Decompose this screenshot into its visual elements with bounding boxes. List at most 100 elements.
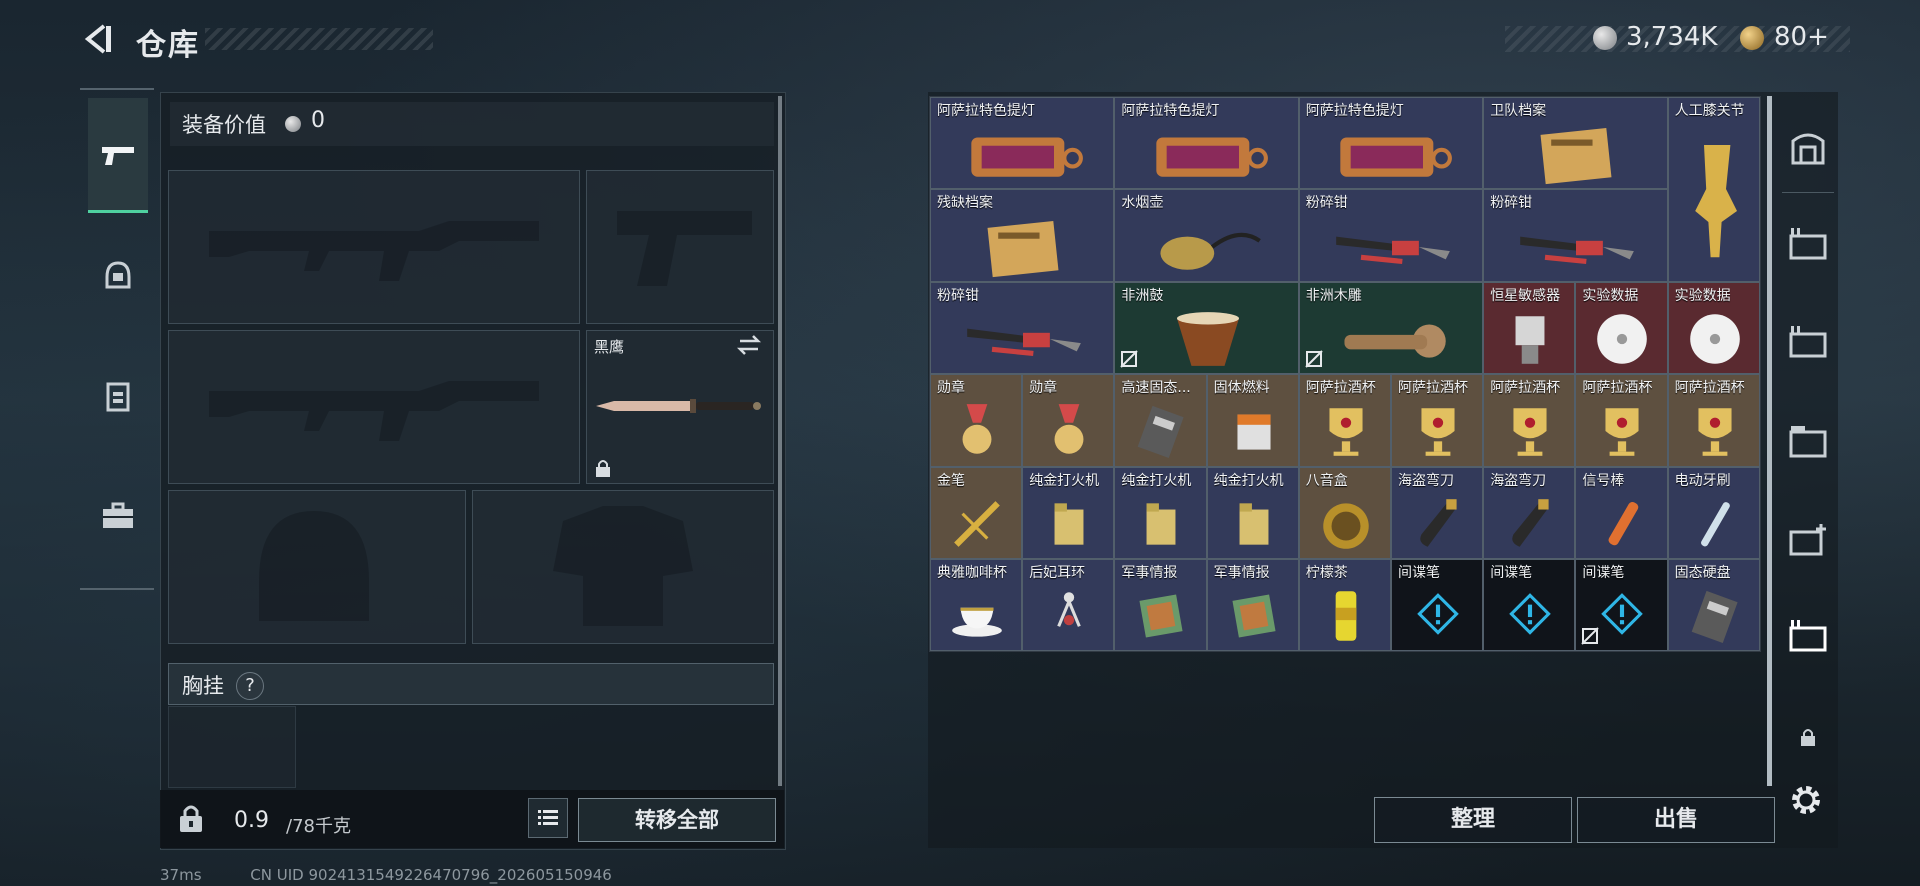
warehouse-item[interactable]: 阿萨拉特色提灯 bbox=[1114, 97, 1299, 190]
warehouse-item[interactable]: 电动牙刷 bbox=[1667, 466, 1760, 559]
category-container-active[interactable] bbox=[1785, 612, 1831, 658]
warehouse-item[interactable]: 勋章 bbox=[1022, 374, 1115, 467]
lock-icon[interactable] bbox=[178, 804, 204, 834]
hookah-icon bbox=[1143, 216, 1273, 278]
category-container-1[interactable] bbox=[1785, 220, 1831, 266]
sort-button[interactable]: 整理 bbox=[1374, 797, 1572, 843]
transfer-all-button[interactable]: 转移全部 bbox=[578, 798, 776, 842]
warehouse-item[interactable]: 间谍笔 bbox=[1391, 559, 1484, 652]
warehouse-item[interactable]: 典雅咖啡杯 bbox=[930, 559, 1023, 652]
warehouse-item[interactable]: 柠檬茶 bbox=[1298, 559, 1391, 652]
warehouse-item[interactable]: 军事情报 bbox=[1206, 559, 1299, 652]
tab-helmet[interactable] bbox=[88, 246, 148, 306]
item-name: 柠檬茶 bbox=[1305, 565, 1348, 581]
item-name: 间谍笔 bbox=[1490, 565, 1533, 581]
warehouse-item[interactable]: 实验数据 bbox=[1667, 281, 1760, 375]
lighter-icon bbox=[1221, 493, 1287, 555]
warehouse-item[interactable]: 八音盒 bbox=[1298, 466, 1391, 559]
primary-weapon-slot[interactable] bbox=[168, 170, 580, 324]
machete-icon bbox=[1405, 493, 1471, 555]
tab-backpack[interactable] bbox=[88, 486, 148, 546]
list-view-button[interactable] bbox=[528, 798, 568, 838]
help-icon[interactable]: ? bbox=[236, 672, 264, 700]
warehouse-item[interactable]: 阿萨拉酒杯 bbox=[1298, 374, 1391, 467]
settings-gear-icon[interactable] bbox=[1788, 782, 1824, 818]
carry-weight: 0.9 bbox=[234, 808, 269, 833]
warehouse-item[interactable]: 残缺档案 bbox=[930, 189, 1115, 282]
category-all[interactable] bbox=[1785, 124, 1831, 170]
lock-icon bbox=[596, 460, 610, 477]
earring-icon bbox=[1036, 585, 1102, 647]
left-scrollbar[interactable] bbox=[778, 96, 782, 786]
warehouse-item[interactable]: 间谍笔 bbox=[1575, 559, 1668, 652]
warehouse-item[interactable]: 水烟壶 bbox=[1114, 189, 1299, 282]
tab-armor[interactable] bbox=[88, 366, 148, 426]
warehouse-item[interactable]: 阿萨拉酒杯 bbox=[1391, 374, 1484, 467]
item-name: 阿萨拉特色提灯 bbox=[937, 103, 1035, 119]
warehouse-item[interactable]: 阿萨拉酒杯 bbox=[1575, 374, 1668, 467]
warehouse-item[interactable]: 海盗弯刀 bbox=[1391, 466, 1484, 559]
item-name: 后妃耳环 bbox=[1029, 565, 1086, 581]
warehouse-item[interactable]: 阿萨拉酒杯 bbox=[1667, 374, 1760, 467]
rail-divider bbox=[1782, 192, 1834, 193]
item-name: 典雅咖啡杯 bbox=[937, 565, 1007, 581]
ping: 37ms bbox=[160, 866, 202, 884]
gold-balance[interactable]: 80+ bbox=[1774, 22, 1829, 52]
item-name: 阿萨拉特色提灯 bbox=[1305, 103, 1404, 119]
warehouse-item[interactable]: 人工膝关节 bbox=[1667, 97, 1760, 282]
machete-icon bbox=[1497, 493, 1563, 555]
back-arrow-icon[interactable] bbox=[80, 22, 114, 56]
disc-icon bbox=[1682, 308, 1748, 370]
warehouse-item[interactable]: 后妃耳环 bbox=[1022, 559, 1115, 652]
chest-rig-slot[interactable] bbox=[168, 706, 296, 788]
armor-slot[interactable] bbox=[472, 490, 774, 644]
goblet-icon bbox=[1589, 400, 1655, 462]
warehouse-item[interactable]: 高速固态... bbox=[1114, 374, 1207, 467]
silver-coin-icon bbox=[285, 116, 301, 132]
pistol-icon bbox=[102, 147, 134, 165]
list-icon bbox=[538, 810, 558, 825]
warehouse-item[interactable]: 非洲鼓 bbox=[1114, 281, 1299, 375]
warehouse-item[interactable]: 金笔 bbox=[930, 466, 1023, 559]
warehouse-item[interactable]: 纯金打火机 bbox=[1206, 466, 1299, 559]
warehouse-item[interactable]: 阿萨拉酒杯 bbox=[1483, 374, 1576, 467]
warehouse-item[interactable]: 粉碎钳 bbox=[1483, 189, 1668, 282]
warehouse-item[interactable]: 卫队档案 bbox=[1483, 97, 1668, 190]
no-sell-icon bbox=[1119, 349, 1139, 369]
category-add[interactable] bbox=[1785, 516, 1831, 562]
secondary-weapon-slot[interactable] bbox=[168, 330, 580, 484]
warehouse-item[interactable]: 勋章 bbox=[930, 374, 1023, 467]
pistol-slot[interactable] bbox=[586, 170, 774, 324]
warehouse-item[interactable]: 实验数据 bbox=[1575, 281, 1668, 375]
warehouse-item[interactable]: 非洲木雕 bbox=[1298, 281, 1484, 375]
category-locked[interactable] bbox=[1785, 714, 1831, 760]
warehouse-item[interactable]: 军事情报 bbox=[1114, 559, 1207, 652]
category-container-3[interactable] bbox=[1785, 418, 1831, 464]
category-container-2[interactable] bbox=[1785, 318, 1831, 364]
sell-button[interactable]: 出售 bbox=[1577, 797, 1775, 843]
warehouse-item[interactable]: 纯金打火机 bbox=[1114, 466, 1207, 559]
coffee-cup-icon bbox=[944, 585, 1010, 647]
tab-weapons[interactable] bbox=[88, 126, 148, 186]
warehouse-item[interactable]: 间谍笔 bbox=[1483, 559, 1576, 652]
warehouse-item[interactable]: 海盗弯刀 bbox=[1483, 466, 1576, 559]
crate-add-icon bbox=[1789, 524, 1826, 556]
warehouse-item[interactable]: 阿萨拉特色提灯 bbox=[1298, 97, 1484, 190]
warehouse-item[interactable]: 阿萨拉特色提灯 bbox=[930, 97, 1115, 190]
warehouse-item[interactable]: 固体燃料 bbox=[1206, 374, 1299, 467]
warehouse-item[interactable]: 信号棒 bbox=[1575, 466, 1668, 559]
item-name: 实验数据 bbox=[1674, 287, 1731, 304]
warehouse-item[interactable]: 粉碎钳 bbox=[1298, 189, 1484, 282]
warehouse-item[interactable]: 粉碎钳 bbox=[930, 281, 1115, 375]
item-name: 固态硬盘 bbox=[1674, 565, 1731, 581]
carry-weight-max: /78千克 bbox=[286, 816, 351, 837]
status-bar: 37ms CN UID 9024131549226470796_20260515… bbox=[80, 866, 612, 884]
warehouse-item[interactable]: 纯金打火机 bbox=[1022, 466, 1115, 559]
swap-icon[interactable] bbox=[736, 334, 762, 356]
warehouse-item[interactable]: 固态硬盘 bbox=[1667, 559, 1760, 652]
item-name: 实验数据 bbox=[1582, 287, 1639, 304]
item-name: 勋章 bbox=[937, 380, 965, 397]
helmet-slot[interactable] bbox=[168, 490, 466, 644]
warehouse-item[interactable]: 恒星敏感器 bbox=[1483, 281, 1576, 375]
warehouse-scrollbar[interactable] bbox=[1767, 96, 1772, 786]
